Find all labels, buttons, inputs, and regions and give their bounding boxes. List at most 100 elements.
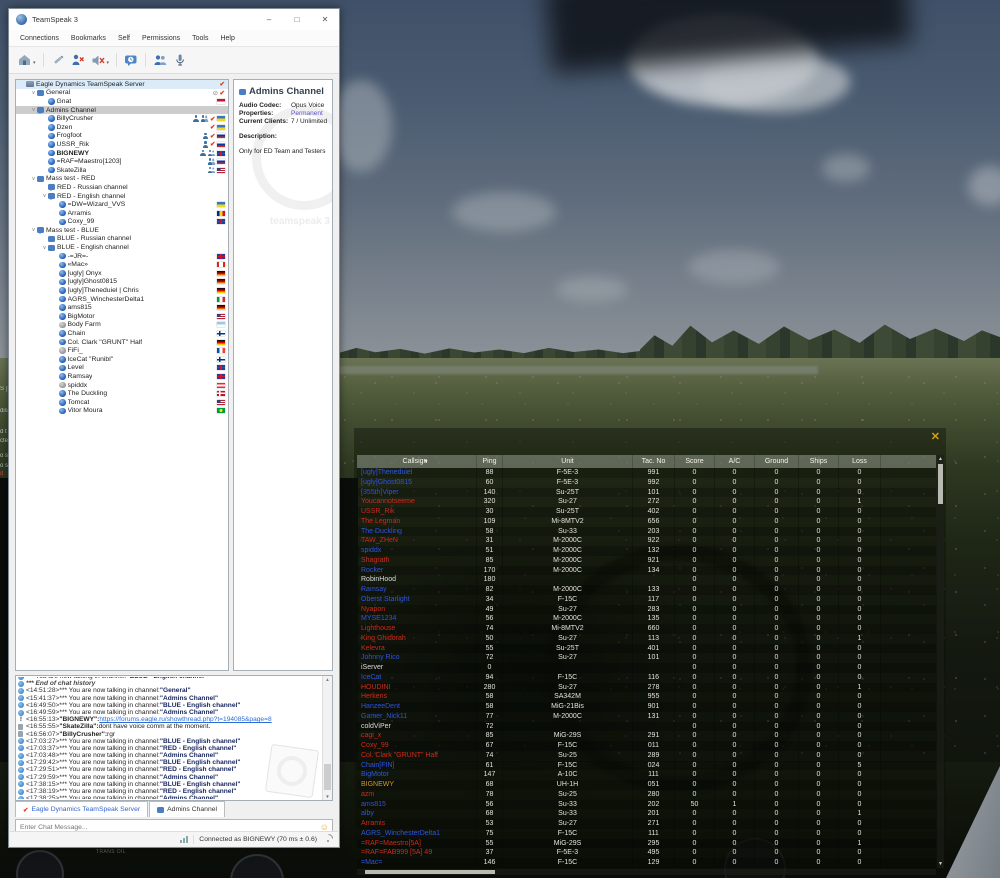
tree-row-client[interactable]: [ugly] Onyx <box>16 269 228 278</box>
microphone-test-button[interactable] <box>171 51 189 69</box>
score-row[interactable]: Kelevra 55 Su-25T 401 0 0 0 0 0 <box>357 643 936 654</box>
expander-icon[interactable]: ∨ <box>30 90 37 96</box>
title-bar[interactable]: TeamSpeak 3 – □ ✕ <box>9 9 339 30</box>
tree-row-client[interactable]: ams815 <box>16 303 228 312</box>
score-row[interactable]: AGRS_WinchesterDelta1 75 F-15C 111 0 0 0 0 0 <box>357 828 936 839</box>
tree-row-server[interactable]: Eagle Dynamics TeamSpeak Server <box>16 80 228 89</box>
score-row[interactable]: Youcannotseeme 320 Su-27 272 0 0 0 0 1 <box>357 497 936 507</box>
tree-row-client[interactable]: [ugly]Theneduiel | Chris <box>16 286 228 295</box>
scroll-down-icon[interactable]: ▼ <box>937 860 944 868</box>
tree-row-client[interactable]: Gnat <box>16 97 228 106</box>
score-row[interactable]: The Duckling 58 Su-33 203 0 0 0 0 0 <box>357 526 936 537</box>
tree-row-client[interactable]: Dzen <box>16 123 228 132</box>
scrollbar-thumb[interactable] <box>938 464 943 504</box>
score-row[interactable]: Rocker 170 M-2000C 134 0 0 0 0 0 <box>357 565 936 576</box>
vertical-scrollbar[interactable]: ▲ ▼ <box>937 455 944 868</box>
tree-row-client[interactable]: SkateZilla <box>16 166 228 175</box>
tree-row-client[interactable]: Tomcat <box>16 398 228 407</box>
score-row[interactable]: =RAF=Maestro[5A] 55 MiG-29S 295 0 0 0 0 1 <box>357 838 936 849</box>
tree-row-client[interactable]: =RAF=Maestro[1203] <box>16 157 228 166</box>
expander-icon[interactable]: ∨ <box>30 107 37 113</box>
score-row[interactable]: Johnny Rico 72 Su-27 101 0 0 0 0 0 <box>357 653 936 663</box>
contacts-chat-button[interactable] <box>122 51 140 69</box>
tree-row-channel[interactable]: ∨ Mass test - RED <box>16 175 228 184</box>
score-row[interactable]: =Mac= 146 F-15C 129 0 0 0 0 0 <box>357 858 936 868</box>
column-header-loss[interactable]: Loss <box>839 455 881 468</box>
tree-row-client[interactable]: BigMotor <box>16 312 228 321</box>
tree-row-client[interactable]: =DW=Wizard_VVS <box>16 200 228 209</box>
network-stats-icon[interactable] <box>180 835 189 843</box>
score-row[interactable]: ams815 56 Su-33 202 50 1 0 0 0 <box>357 799 936 810</box>
tab-channel[interactable]: Admins Channel <box>149 801 226 817</box>
column-header-callsign[interactable]: Callsign▾ <box>357 455 477 468</box>
score-row[interactable]: Oberst Starlight 34 F-15C 117 0 0 0 0 0 <box>357 594 936 605</box>
tree-row-client[interactable]: The Duckling <box>16 389 228 398</box>
tree-row-client[interactable]: BIGNEWY <box>16 149 228 158</box>
scrollbar-thumb[interactable] <box>324 764 331 790</box>
tree-row-client[interactable]: Col. Clark "GRUNT" Half <box>16 338 228 347</box>
minimize-button[interactable]: – <box>255 9 283 30</box>
tree-row-client[interactable]: spiddx <box>16 381 228 390</box>
score-row[interactable]: BigMotor 147 A-10C 111 0 0 0 0 0 <box>357 770 936 780</box>
tree-row-client[interactable]: Arramis <box>16 209 228 218</box>
tree-row-client[interactable]: Frogfoot <box>16 132 228 141</box>
tree-row-client[interactable]: Chain <box>16 329 228 338</box>
away-pencil-button[interactable] <box>49 51 67 69</box>
column-header-score[interactable]: Score <box>675 455 715 468</box>
expander-icon[interactable]: ∨ <box>30 176 37 182</box>
menu-item-self[interactable]: Self <box>113 33 135 44</box>
tree-row-client[interactable]: FiFi_ <box>16 346 228 355</box>
tree-row-channel[interactable]: BLUE - Russian channel <box>16 235 228 244</box>
score-row[interactable]: USSR_Rik 30 Su-25T 402 0 0 0 0 0 <box>357 507 936 517</box>
score-row[interactable]: BIGNEWY 68 UH-1H 051 0 0 0 0 0 <box>357 780 936 790</box>
chat-link[interactable]: https://forums.eagle.ru/showthread.php?t… <box>99 716 271 723</box>
scroll-up-icon[interactable]: ▲ <box>323 677 332 682</box>
score-row[interactable]: Coxy_99 67 F-15C 011 0 0 0 0 0 <box>357 741 936 751</box>
score-row[interactable]: [355th]Viper 140 Su-25T 101 0 0 0 0 0 <box>357 487 936 498</box>
expander-icon[interactable]: ∨ <box>41 245 48 251</box>
column-header-ground[interactable]: Ground <box>755 455 799 468</box>
maximize-button[interactable]: □ <box>283 9 311 30</box>
close-button[interactable]: ✕ <box>311 9 339 30</box>
close-icon[interactable]: ✕ <box>931 432 940 443</box>
score-row[interactable]: MYSE1234 56 M-2000C 135 0 0 0 0 0 <box>357 614 936 624</box>
dropdown-caret-icon[interactable]: ▾ <box>107 60 110 66</box>
score-row[interactable]: King Ghidorah 50 Su-27 113 0 0 0 0 1 <box>357 633 936 644</box>
score-row[interactable]: Nyapon 49 Su-27 283 0 0 0 0 0 <box>357 604 936 615</box>
score-row[interactable]: Shagrath 85 M-2000C 921 0 0 0 0 0 <box>357 555 936 566</box>
column-header-tac-no[interactable]: Tac. No <box>633 455 675 468</box>
menu-item-connections[interactable]: Connections <box>15 33 64 44</box>
horizontal-scrollbar[interactable] <box>357 869 936 875</box>
scroll-down-icon[interactable]: ▼ <box>323 794 332 799</box>
tree-row-client[interactable]: IceCat "Runibl" <box>16 355 228 364</box>
column-header-ping[interactable]: Ping <box>477 455 503 468</box>
menu-item-tools[interactable]: Tools <box>187 33 213 44</box>
menu-item-permissions[interactable]: Permissions <box>137 33 185 44</box>
expander-icon[interactable]: ∨ <box>41 193 48 199</box>
tree-row-client[interactable]: Ramsay <box>16 372 228 381</box>
score-table-header[interactable]: Callsign▾ Ping Unit Tac. No Score A/C Ground Sh… <box>357 455 936 468</box>
chat-message-input[interactable] <box>16 824 320 831</box>
score-row[interactable]: coldViPer 72 0 0 0 0 0 <box>357 721 936 732</box>
score-row[interactable]: Lighthouse 74 Mi-8MTV2 660 0 0 0 0 0 <box>357 624 936 634</box>
column-header-a-c[interactable]: A/C <box>715 455 755 468</box>
score-row[interactable]: Col. Clark "GRUNT" Half 74 Su-25 289 0 0 0 0 0 <box>357 750 936 761</box>
score-row[interactable]: spiddx 51 M-2000C 132 0 0 0 0 0 <box>357 546 936 556</box>
score-row[interactable]: Ramsay 82 M-2000C 133 0 0 0 0 0 <box>357 585 936 595</box>
tree-row-client[interactable]: BillyCrusher <box>16 114 228 123</box>
tree-row-channel[interactable]: ∨ RED - English channel <box>16 192 228 201</box>
expander-icon[interactable]: ∨ <box>30 227 37 233</box>
tree-row-client[interactable]: [ugly]Ghost0815 <box>16 278 228 287</box>
score-row[interactable]: IceCat 94 F-15C 116 0 0 0 0 0 <box>357 672 936 683</box>
score-row[interactable]: [ugly]Theneduiel 88 F-5E-3 991 0 0 0 0 0 <box>357 468 936 478</box>
score-row[interactable]: iServer 0 0 0 0 0 0 <box>357 663 936 673</box>
score-row[interactable]: RobinHood 180 0 0 0 0 0 <box>357 575 936 585</box>
connect-button[interactable] <box>15 51 33 69</box>
tree-row-channel[interactable]: ∨ Mass test - BLUE <box>16 226 228 235</box>
tree-row-client[interactable]: Body Farm <box>16 321 228 330</box>
channel-clients-button[interactable] <box>151 51 169 69</box>
tree-row-client[interactable]: USSR_Rik <box>16 140 228 149</box>
tree-row-client[interactable]: Level <box>16 364 228 373</box>
score-row[interactable]: HanzeeDent 58 MiG-21Bis 901 0 0 0 0 0 <box>357 702 936 712</box>
score-row[interactable]: Gamer_Nick11 77 M-2000C 131 0 0 0 0 0 <box>357 711 936 722</box>
